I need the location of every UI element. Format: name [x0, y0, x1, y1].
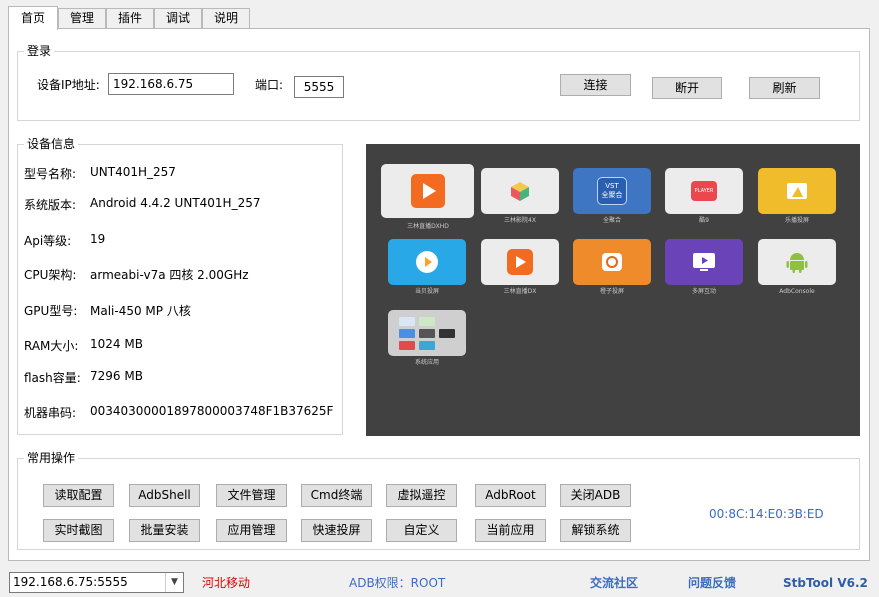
- vst-icon: VST 全聚合: [597, 177, 627, 205]
- info-key-flash: flash容量:: [24, 371, 81, 385]
- virtual-remote-button[interactable]: 虚拟遥控: [386, 484, 457, 507]
- app-tile-multiscreen[interactable]: [665, 239, 743, 285]
- port-input[interactable]: 5555: [294, 76, 344, 98]
- app-tile-system-apps[interactable]: [388, 310, 466, 356]
- community-link[interactable]: 交流社区: [590, 576, 638, 590]
- app-label: 三林直播DXHD: [407, 223, 449, 230]
- device-info-group: 设备信息: [17, 137, 343, 435]
- adbshell-button[interactable]: AdbShell: [129, 484, 200, 507]
- orange-cast-icon: [600, 250, 624, 274]
- info-value-flash: 7296 MB: [90, 369, 143, 383]
- file-manager-button[interactable]: 文件管理: [216, 484, 287, 507]
- info-value-os: Android 4.4.2 UNT401H_257: [90, 196, 261, 210]
- read-config-button[interactable]: 读取配置: [43, 484, 114, 507]
- app-tile-adbconsole[interactable]: [758, 239, 836, 285]
- ops-group-title: 常用操作: [24, 451, 79, 465]
- isp-label: 河北移动: [202, 576, 251, 590]
- folder-icon: [397, 317, 457, 351]
- info-key-ram: RAM大小:: [24, 339, 79, 353]
- tab-manage[interactable]: 管理: [58, 8, 106, 28]
- app-label: 酷9: [699, 217, 709, 224]
- info-value-gpu: Mali-450 MP 八核: [90, 304, 191, 318]
- info-value-api: 19: [90, 232, 106, 246]
- info-value-model: UNT401H_257: [90, 165, 176, 179]
- info-key-os: 系统版本:: [24, 198, 77, 212]
- connect-button[interactable]: 连接: [560, 74, 631, 96]
- info-value-cpu: armeabi-v7a 四核 2.00GHz: [90, 268, 249, 282]
- app-tile-quanjuhe[interactable]: VST 全聚合: [573, 168, 651, 214]
- version-label: StbTool V6.2: [783, 576, 868, 590]
- info-key-cpu: CPU架构:: [24, 268, 77, 282]
- port-label: 端口:: [255, 78, 284, 92]
- lebo-icon: [785, 179, 809, 203]
- app-tile-lebo[interactable]: [758, 168, 836, 214]
- adbroot-button[interactable]: AdbRoot: [475, 484, 546, 507]
- app-label: 三林影院4X: [504, 217, 536, 224]
- info-key-model: 型号名称:: [24, 167, 77, 181]
- info-key-serial: 机器串码:: [24, 406, 77, 420]
- batch-install-button[interactable]: 批量安装: [129, 519, 200, 542]
- multiscreen-icon: [692, 251, 716, 273]
- close-adb-button[interactable]: 关闭ADB: [560, 484, 631, 507]
- device-info-title: 设备信息: [24, 137, 79, 151]
- cube-icon: [509, 180, 531, 202]
- cmd-terminal-button[interactable]: Cmd终端: [301, 484, 372, 507]
- app-tile-orange-cast[interactable]: [573, 239, 651, 285]
- player-icon: PLAYER: [691, 181, 717, 201]
- device-select-value: 192.168.6.75:5555: [13, 575, 128, 589]
- tab-home[interactable]: 首页: [8, 6, 58, 30]
- custom-button[interactable]: 自定义: [386, 519, 457, 542]
- app-tile-ku9[interactable]: PLAYER: [665, 168, 743, 214]
- app-label: 系统应用: [414, 359, 439, 366]
- app-tile-sanlin-4x[interactable]: [481, 168, 559, 214]
- adb-permission-label: ADB权限：ROOT: [349, 576, 446, 590]
- tab-plugins[interactable]: 插件: [106, 8, 154, 28]
- app-label: 全聚合: [602, 217, 621, 224]
- quick-cast-button[interactable]: 快速投屏: [301, 519, 372, 542]
- tab-help[interactable]: 说明: [202, 8, 250, 28]
- info-value-ram: 1024 MB: [90, 337, 143, 351]
- device-screen-preview[interactable]: 三林直播DXHD 三林影院4X VST 全聚合 全聚合 PLAYER 酷9 乐播投…: [366, 144, 860, 436]
- app-label: 三林直播DX: [503, 288, 537, 295]
- app-tile-dangbei[interactable]: [388, 239, 466, 285]
- info-key-gpu: GPU型号:: [24, 304, 78, 318]
- current-app-button[interactable]: 当前应用: [475, 519, 546, 542]
- ip-input[interactable]: 192.168.6.75: [108, 73, 234, 95]
- app-tile-sanlin-dxhd[interactable]: [381, 164, 474, 218]
- refresh-button[interactable]: 刷新: [749, 77, 820, 99]
- info-key-api: Api等级:: [24, 234, 72, 248]
- mac-address: 00:8C:14:E0:3B:ED: [709, 507, 824, 521]
- info-value-serial: 00340300001897800003748F1B37625F: [90, 404, 334, 418]
- play-icon: [410, 174, 445, 208]
- disconnect-button[interactable]: 断开: [652, 77, 722, 99]
- app-label: 乐播投屏: [784, 217, 809, 224]
- app-label: 多屏互动: [691, 288, 716, 295]
- unlock-system-button[interactable]: 解锁系统: [560, 519, 631, 542]
- play-icon: [507, 249, 533, 275]
- android-icon: [786, 250, 808, 274]
- screenshot-button[interactable]: 实时截图: [43, 519, 114, 542]
- app-label: 橙子投屏: [599, 288, 624, 295]
- app-tile-sanlin-dx[interactable]: [481, 239, 559, 285]
- app-label: 当贝投屏: [414, 288, 439, 295]
- device-select[interactable]: 192.168.6.75:5555 ▼: [9, 572, 184, 593]
- feedback-link[interactable]: 问题反馈: [688, 576, 736, 590]
- dangbei-icon: [414, 249, 440, 275]
- app-manager-button[interactable]: 应用管理: [216, 519, 287, 542]
- chevron-down-icon[interactable]: ▼: [165, 573, 183, 592]
- ip-label: 设备IP地址:: [37, 78, 100, 92]
- login-group-title: 登录: [24, 44, 55, 58]
- app-label: AdbConsole: [779, 288, 815, 295]
- tab-debug[interactable]: 调试: [154, 8, 202, 28]
